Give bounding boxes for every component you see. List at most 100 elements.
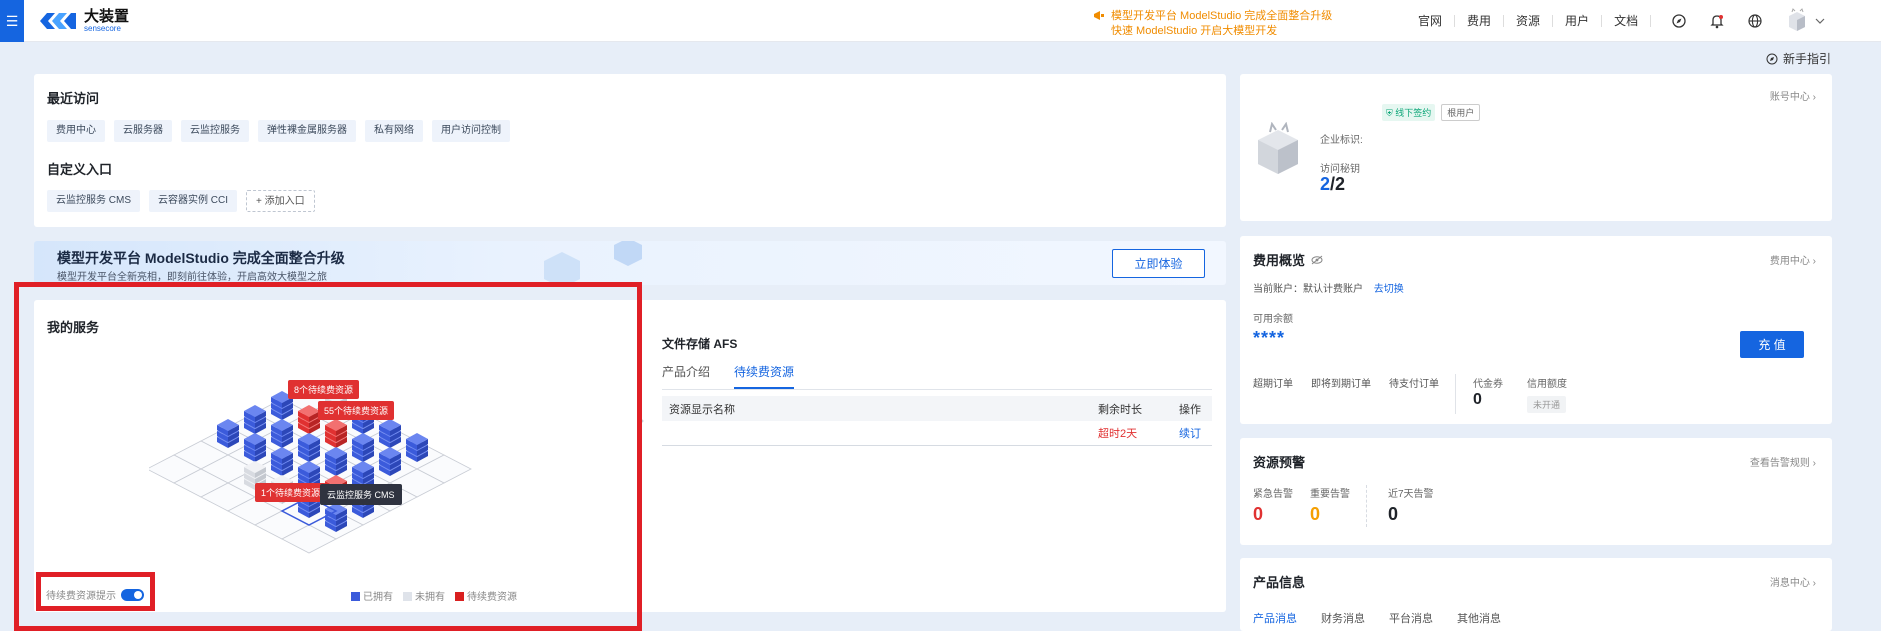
tab-product-intro[interactable]: 产品介绍: [662, 363, 710, 389]
product-info-card: 产品信息 消息中心 产品消息 财务消息 平台消息 其他消息: [1240, 558, 1832, 631]
custom-entry-list: 云监控服务 CMS 云容器实例 CCI + 添加入口: [47, 190, 324, 212]
recent-item[interactable]: 费用中心: [47, 120, 105, 142]
custom-entry-title: 自定义入口: [47, 162, 113, 177]
tab-pending-renewal[interactable]: 待续费资源: [734, 363, 795, 389]
voucher-label: 代金券: [1473, 379, 1503, 390]
banner-cubes-decoration: [544, 241, 642, 285]
recent-item[interactable]: 用户访问控制: [432, 120, 510, 142]
afs-tabs: 产品介绍 待续费资源: [662, 363, 1212, 390]
try-now-button[interactable]: 立即体验: [1112, 249, 1205, 278]
column-header: 剩余时长: [1098, 403, 1142, 416]
tab-other-messages[interactable]: 其他消息: [1457, 610, 1501, 626]
recent-alert-label: 近7天告警: [1388, 489, 1434, 500]
recent-alert-count[interactable]: 0: [1388, 504, 1398, 525]
beginner-guide-link[interactable]: 新手指引: [1766, 50, 1831, 67]
account-badges: ⛨ 线下签约 根用户: [1382, 104, 1481, 121]
divider: [1366, 485, 1367, 527]
compass-icon[interactable]: [1669, 11, 1689, 31]
important-alert-label: 重要告警: [1310, 489, 1350, 500]
root-user-badge: 根用户: [1441, 104, 1481, 121]
shield-icon: ⛨: [1386, 108, 1393, 118]
recent-access-list: 费用中心 云服务器 云监控服务 弹性裸金属服务器 私有网络 用户访问控制: [47, 120, 519, 142]
afs-title: 文件存储 AFS: [662, 337, 738, 351]
top-nav: 官网 费用 资源 用户 文档: [1406, 0, 1825, 42]
balance-value: ****: [1253, 328, 1286, 348]
globe-icon[interactable]: [1745, 11, 1765, 31]
product-info-title: 产品信息: [1253, 575, 1306, 590]
recent-access-title: 最近访问: [47, 91, 100, 106]
renew-link[interactable]: 续订: [1179, 425, 1201, 441]
eye-off-icon[interactable]: [1311, 255, 1323, 265]
announcement-line: 模型开发平台 ModelStudio 完成全面整合升级: [1111, 10, 1333, 22]
recent-item[interactable]: 私有网络: [365, 120, 423, 142]
add-entry-button[interactable]: + 添加入口: [246, 190, 315, 212]
billing-center-link[interactable]: 费用中心: [1770, 252, 1816, 267]
access-keys-count: 2/2: [1320, 174, 1346, 194]
menu-icon[interactable]: ☰: [0, 0, 24, 42]
alert-rules-link[interactable]: 查看告警规则: [1750, 454, 1816, 469]
logo[interactable]: 大装置 sensecore: [38, 9, 129, 33]
logo-text: 大装置: [84, 8, 130, 25]
message-center-link[interactable]: 消息中心: [1770, 574, 1816, 589]
tab-product-messages[interactable]: 产品消息: [1253, 610, 1297, 626]
nav-billing[interactable]: 费用: [1455, 15, 1505, 27]
enterprise-id-label: 企业标识:: [1320, 135, 1363, 146]
billing-title-row: 费用概览: [1253, 250, 1323, 269]
billing-card: 费用概览 费用中心 当前账户：默认计费账户 去切换 可用余额 **** 充 值 …: [1240, 236, 1832, 424]
promo-banner: 模型开发平台 ModelStudio 完成全面整合升级 模型开发平台全新亮相，即…: [34, 241, 1226, 285]
highlight-box: [36, 572, 155, 611]
urgent-alert-count[interactable]: 0: [1253, 504, 1263, 525]
banner-subtitle: 模型开发平台全新亮相，即刻前往体验，开启高效大模型之旅: [57, 272, 327, 283]
alerts-card: 资源预警 查看告警规则 紧急告警 0 重要告警 0 近7天告警 0: [1240, 438, 1832, 545]
table-row: 超时2天 续订: [662, 421, 1212, 446]
remaining-time: 超时2天: [1098, 428, 1138, 440]
avatar[interactable]: [1785, 8, 1809, 34]
important-alert-count[interactable]: 0: [1310, 504, 1320, 525]
nav-official-site[interactable]: 官网: [1406, 15, 1456, 27]
announcement-ticker[interactable]: 模型开发平台 ModelStudio 完成全面整合升级 快速 ModelStud…: [1093, 9, 1332, 35]
overdue-orders-link[interactable]: 超期订单: [1253, 375, 1293, 390]
banner-title: 模型开发平台 ModelStudio 完成全面整合升级: [57, 250, 345, 266]
tab-platform-messages[interactable]: 平台消息: [1389, 610, 1433, 626]
signed-badge: ⛨ 线下签约: [1382, 104, 1436, 121]
divider: [1455, 374, 1456, 414]
column-header: 资源显示名称: [669, 403, 735, 416]
billing-account-row: 当前账户：默认计费账户 去切换: [1253, 284, 1404, 295]
account-center-link[interactable]: 账号中心: [1770, 88, 1816, 103]
order-links: 超期订单 即将到期订单 待支付订单: [1253, 375, 1439, 390]
compass-icon: [1766, 53, 1778, 64]
bell-icon[interactable]: [1707, 11, 1727, 31]
announcement-line: 快速 ModelStudio 开启大模型开发: [1111, 25, 1278, 35]
afs-table: 资源显示名称 剩余时长 操作 超时2天 续订: [662, 396, 1212, 446]
pending-payment-link[interactable]: 待支付订单: [1389, 375, 1439, 390]
nav-users[interactable]: 用户: [1553, 15, 1603, 27]
expiring-orders-link[interactable]: 即将到期订单: [1311, 375, 1371, 390]
voucher-value: 0: [1473, 391, 1482, 408]
recent-access-card: 最近访问 费用中心 云服务器 云监控服务 弹性裸金属服务器 私有网络 用户访问控…: [34, 74, 1226, 227]
tab-finance-messages[interactable]: 财务消息: [1321, 610, 1365, 626]
balance-label: 可用余额: [1253, 314, 1293, 325]
account-avatar: [1258, 122, 1298, 174]
column-header: 操作: [1179, 403, 1201, 416]
nav-docs[interactable]: 文档: [1602, 15, 1652, 27]
recent-item[interactable]: 云监控服务: [181, 120, 249, 142]
megaphone-icon: [1094, 11, 1104, 20]
recent-item[interactable]: 弹性裸金属服务器: [258, 120, 356, 142]
nav-resources[interactable]: 资源: [1504, 15, 1554, 27]
recent-item[interactable]: 云服务器: [114, 120, 172, 142]
switch-account-link[interactable]: 去切换: [1374, 284, 1404, 295]
guide-label: 新手指引: [1783, 52, 1832, 66]
custom-item[interactable]: 云容器实例 CCI: [149, 190, 237, 212]
chevron-down-icon[interactable]: [1815, 16, 1825, 26]
logo-subtext: sensecore: [84, 24, 121, 33]
access-keys-label: 访问秘钥: [1320, 164, 1360, 175]
alerts-title: 资源预警: [1253, 455, 1306, 470]
credit-label: 信用额度: [1527, 379, 1567, 390]
recharge-button[interactable]: 充 值: [1740, 331, 1804, 358]
account-card: 账号中心 ⛨ 线下签约 根用户 企业标识: 访问秘钥 2/2: [1240, 74, 1832, 221]
urgent-alert-label: 紧急告警: [1253, 489, 1293, 500]
top-bar: ☰ 大装置 sensecore 模型开发平台 ModelStudio 完成全面整…: [0, 0, 1881, 42]
custom-item[interactable]: 云监控服务 CMS: [47, 190, 140, 212]
credit-value: 未开通: [1527, 396, 1567, 413]
billing-title: 费用概览: [1253, 253, 1306, 268]
